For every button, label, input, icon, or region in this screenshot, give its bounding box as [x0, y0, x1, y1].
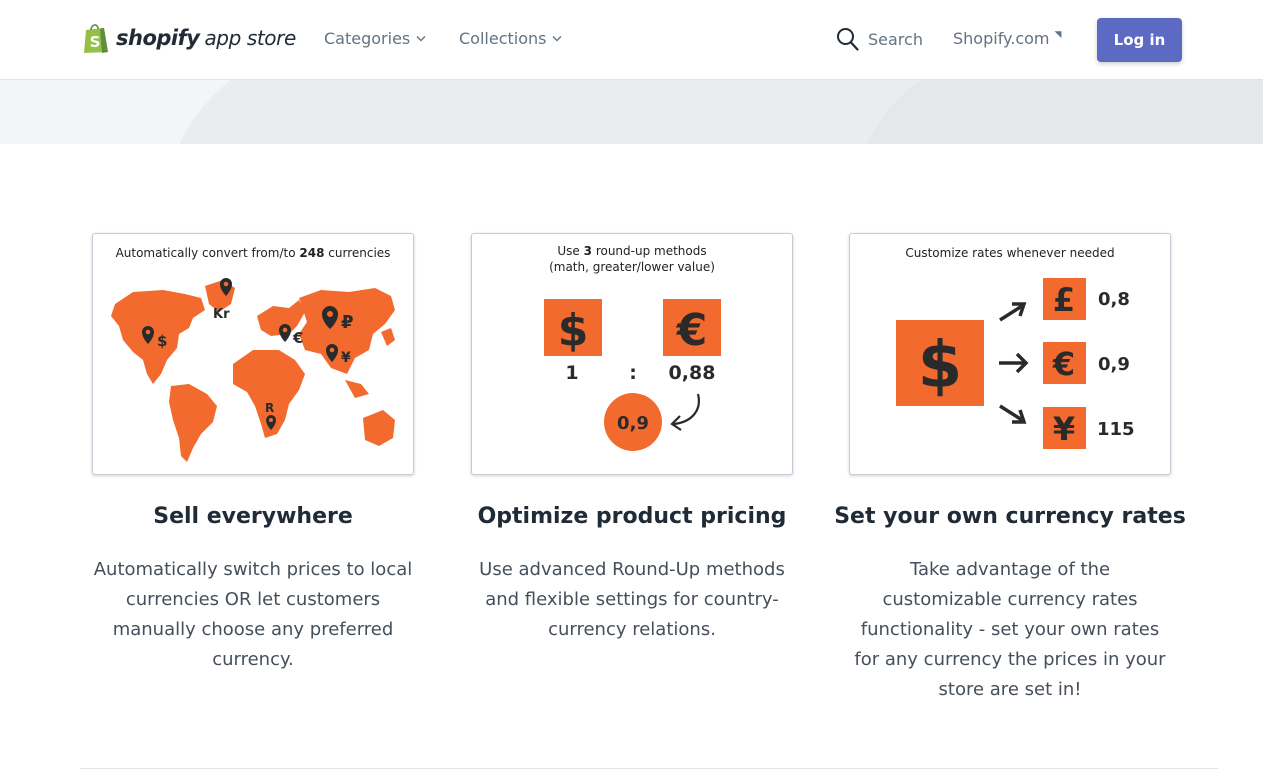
logo-subtitle: app store — [204, 26, 296, 50]
yen-symbol: ¥ — [1053, 410, 1075, 448]
to-value: 0,88 — [669, 362, 716, 384]
pound-rate: 0,8 — [1098, 289, 1130, 310]
rates-illustration: $ £ 0,8 € 0,9 ¥ 115 — [896, 278, 1135, 449]
feature-description: Take advantage of the customizable curre… — [854, 559, 1166, 700]
euro-symbol: € — [676, 305, 708, 356]
shopify-bag-icon: S — [84, 24, 108, 53]
map-symbol-rand: R — [265, 401, 274, 415]
top-nav-bar: S shopify app store Categories Collectio… — [0, 0, 1263, 80]
search-icon — [837, 28, 859, 51]
shopify-com-label: Shopify.com — [953, 29, 1050, 48]
logo-wordmark: shopify — [116, 26, 200, 50]
feature-title: Sell everywhere — [153, 504, 353, 529]
hero-banner — [0, 80, 1263, 144]
arrow-right-icon — [999, 352, 1029, 374]
feature-image-optimize-pricing: Use 3 round-up methods (math, greater/lo… — [471, 233, 793, 475]
world-map-illustration: Kr $ € ₽ ¥ R — [111, 278, 395, 462]
map-symbol-dollar: $ — [157, 332, 167, 350]
feature-title: Optimize product pricing — [477, 504, 787, 529]
feature-image-currency-rates: Customize rates whenever needed $ £ 0,8 … — [849, 233, 1171, 475]
shopify-com-link[interactable]: Shopify.com ◥ — [953, 29, 1061, 48]
ratio-separator: : — [629, 362, 637, 384]
pound-symbol: £ — [1053, 281, 1075, 319]
nav-collections[interactable]: Collections — [459, 29, 562, 48]
feature-title: Set your own currency rates — [834, 504, 1186, 529]
map-symbol-kr: Kr — [213, 307, 230, 322]
round-up-illustration: $ € 1 : 0,88 0,9 — [544, 299, 721, 451]
curved-arrow-icon — [670, 393, 700, 431]
arrow-up-right-icon — [999, 302, 1027, 322]
shopify-app-store-logo[interactable]: S shopify app store — [82, 20, 296, 56]
euro-symbol: € — [1052, 345, 1075, 383]
search-button[interactable]: Search — [836, 27, 923, 51]
chevron-down-icon — [416, 36, 426, 42]
map-symbol-yen: ¥ — [341, 350, 351, 366]
nav-categories-label: Categories — [324, 29, 411, 48]
rounded-value: 0,9 — [617, 413, 649, 434]
feature-description: Automatically switch prices to local cur… — [93, 559, 413, 670]
chevron-down-icon — [552, 36, 562, 42]
map-pin-icon — [279, 324, 291, 342]
search-label: Search — [868, 29, 923, 49]
feature-image-sell-everywhere: Automatically convert from/to 248 curren… — [92, 233, 414, 475]
yen-rate: 115 — [1097, 419, 1135, 440]
from-value: 1 — [565, 362, 578, 384]
arrow-down-right-icon — [999, 404, 1027, 424]
feature-description: Use advanced Round-Up methods and flexib… — [479, 559, 785, 640]
euro-rate: 0,9 — [1098, 354, 1130, 375]
base-currency-symbol: $ — [918, 329, 963, 403]
svg-text:S: S — [90, 33, 101, 51]
map-symbol-ruble: ₽ — [341, 312, 354, 333]
section-divider — [80, 768, 1218, 769]
external-link-icon: ◥ — [1054, 30, 1062, 40]
nav-collections-label: Collections — [459, 29, 547, 48]
dollar-symbol: $ — [558, 305, 589, 356]
nav-categories[interactable]: Categories — [324, 29, 426, 48]
map-symbol-euro: € — [292, 329, 303, 347]
log-in-button[interactable]: Log in — [1097, 18, 1182, 62]
